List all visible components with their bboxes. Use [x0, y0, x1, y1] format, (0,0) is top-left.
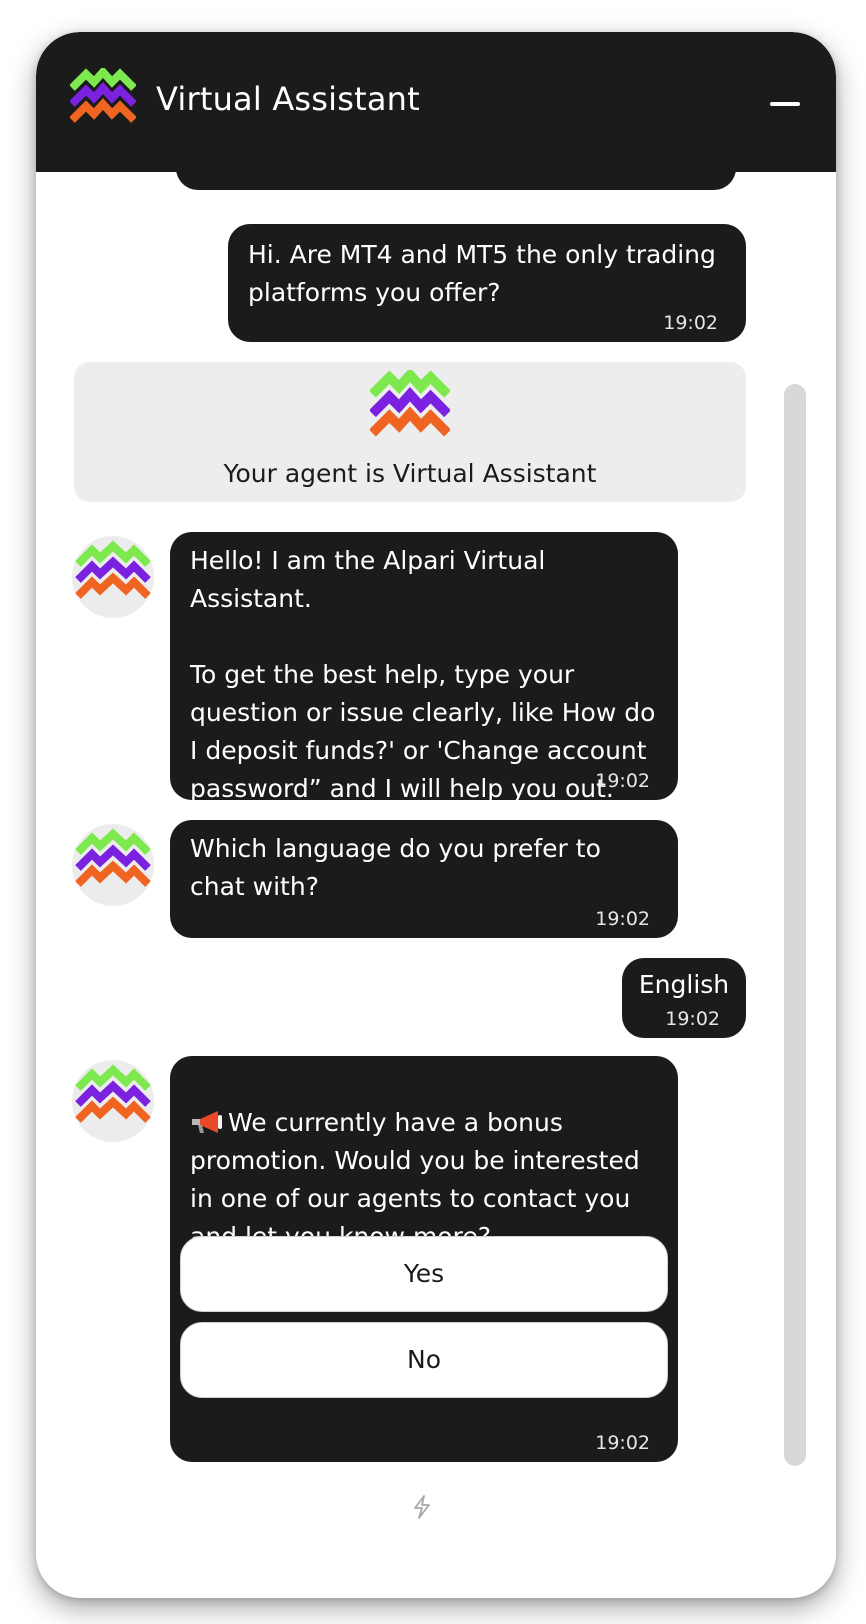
message-body: We currently have a bonus promotion. Wou… [190, 1066, 658, 1256]
bot-avatar [72, 824, 154, 906]
minimize-button[interactable] [764, 86, 808, 122]
message-time: 19:02 [595, 1432, 650, 1454]
message-time: 19:02 [595, 770, 650, 792]
message-time: 19:02 [595, 908, 650, 930]
agent-assigned-card: Your agent is Virtual Assistant [74, 362, 746, 502]
bot-avatar [72, 1060, 154, 1142]
lightning-icon [414, 1495, 430, 1519]
scrollbar[interactable] [784, 384, 806, 1466]
option-yes-button[interactable]: Yes [180, 1236, 668, 1312]
user-message: English 19:02 [622, 958, 746, 1038]
alpari-logo-icon [370, 370, 450, 437]
message-time: 19:02 [663, 312, 718, 334]
chat-header: Virtual Assistant [36, 32, 836, 172]
bot-message: Hello! I am the Alpari Virtual Assistant… [170, 532, 678, 803]
alpari-logo-icon [75, 540, 151, 599]
message-text: Hi. Are MT4 and MT5 the only trading pla… [248, 240, 716, 307]
option-no-button[interactable]: No [180, 1322, 668, 1398]
minimize-icon [770, 102, 800, 106]
alpari-logo-icon [75, 1064, 151, 1123]
message-list: Hi. Are MT4 and MT5 the only trading pla… [36, 172, 836, 1512]
message-text: English [638, 970, 730, 999]
header-title: Virtual Assistant [156, 80, 420, 118]
megaphone-icon [192, 1111, 222, 1133]
bot-message: Which language do you prefer to chat wit… [170, 820, 678, 938]
bot-message-promotion: We currently have a bonus promotion. Wou… [170, 1056, 678, 1462]
message-text: Which language do you prefer to chat wit… [190, 834, 601, 901]
bot-avatar [72, 536, 154, 618]
message-text: We currently have a bonus promotion. Wou… [190, 1108, 640, 1251]
chat-widget: Virtual Assistant Hi. Are MT4 and MT5 th… [36, 32, 836, 1598]
message-text: Hello! I am the Alpari Virtual Assistant… [190, 546, 656, 803]
alpari-logo-icon [70, 68, 136, 123]
message-time: 19:02 [665, 1008, 720, 1030]
previous-message-bubble [176, 172, 736, 190]
agent-name-text: Your agent is Virtual Assistant [223, 459, 597, 488]
user-message: Hi. Are MT4 and MT5 the only trading pla… [228, 224, 746, 342]
alpari-logo-icon [75, 828, 151, 887]
